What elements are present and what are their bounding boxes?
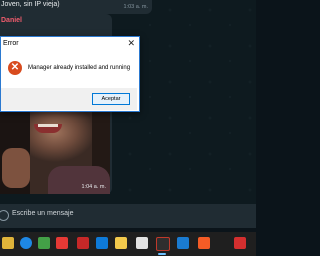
photo-hand bbox=[2, 148, 30, 188]
dialog-message: Manager already installed and running bbox=[28, 65, 131, 71]
ide-icon[interactable] bbox=[156, 237, 170, 251]
media-icon[interactable] bbox=[77, 237, 89, 249]
error-icon: ✕ bbox=[8, 61, 22, 75]
dialog-title: Error bbox=[3, 40, 19, 47]
active-indicator bbox=[158, 253, 166, 255]
message-bubble[interactable]: Joven, sin IP vieja) 1:03 a. m. bbox=[0, 0, 152, 14]
error-dialog: Error ✕ ✕ Manager already installed and … bbox=[0, 36, 140, 112]
sender-name: Daniel bbox=[1, 17, 23, 24]
message-input[interactable]: Escribe un mensaje bbox=[12, 210, 73, 217]
message-text: Joven, sin IP vieja) bbox=[1, 1, 60, 8]
app-icon[interactable] bbox=[136, 237, 148, 249]
emoji-icon[interactable] bbox=[0, 210, 9, 221]
photo-teeth bbox=[38, 124, 58, 127]
accept-button[interactable]: Aceptar bbox=[92, 93, 130, 105]
app2-icon[interactable] bbox=[234, 237, 246, 249]
edge-icon[interactable] bbox=[20, 237, 32, 249]
mail-icon[interactable] bbox=[56, 237, 68, 249]
store-icon[interactable] bbox=[38, 237, 50, 249]
spotify-icon[interactable] bbox=[177, 237, 189, 249]
file-explorer-icon[interactable] bbox=[2, 237, 14, 249]
dialog-footer: Aceptar bbox=[1, 88, 137, 110]
message-composer: Escribe un mensaje bbox=[0, 204, 256, 228]
chat-photo[interactable] bbox=[0, 110, 110, 194]
folder-icon[interactable] bbox=[115, 237, 127, 249]
close-icon[interactable]: ✕ bbox=[127, 38, 135, 48]
taskbar bbox=[0, 232, 256, 256]
image-time: 1:04 a. m. bbox=[81, 184, 106, 190]
vscode-icon[interactable] bbox=[96, 237, 108, 249]
brave-icon[interactable] bbox=[198, 237, 210, 249]
dialog-body: ✕ Manager already installed and running bbox=[1, 50, 137, 88]
message-time: 1:03 a. m. bbox=[123, 4, 148, 10]
